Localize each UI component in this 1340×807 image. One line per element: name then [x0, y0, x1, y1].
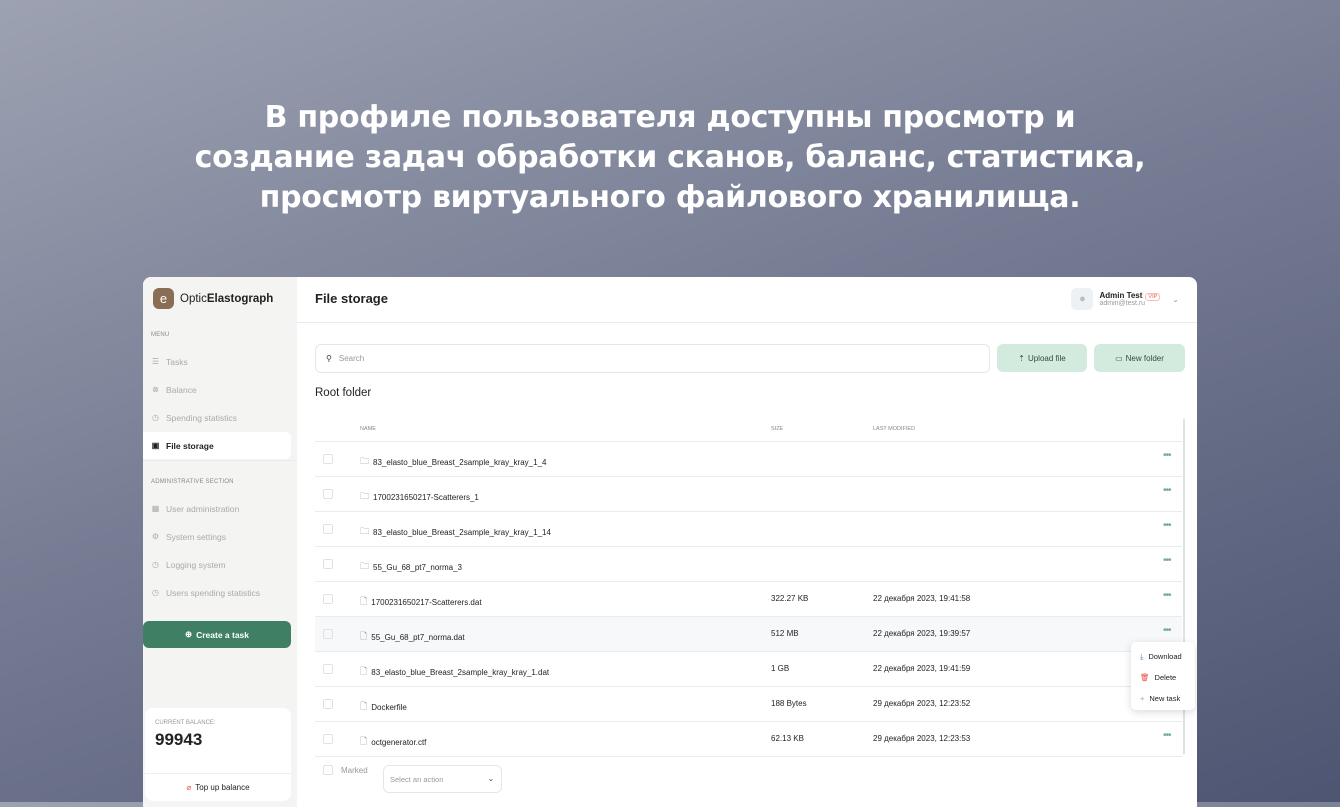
- file-icon: 🗋: [360, 631, 368, 641]
- table-row[interactable]: 🗀 83_elasto_blue_Breast_2sample_kray_kray…: [315, 512, 1182, 547]
- context-menu: ⤓ Download 🗑 Delete + New task: [1131, 642, 1195, 710]
- logo[interactable]: e OpticElastograph: [153, 288, 273, 309]
- sidebar-item-balance[interactable]: ⊗ Balance: [143, 376, 291, 403]
- sidebar-item-users-spending-statistics[interactable]: ◷ Users spending statistics: [143, 579, 291, 606]
- menu-item-download[interactable]: ⤓ Download: [1140, 652, 1182, 662]
- row-checkbox[interactable]: [323, 559, 333, 569]
- folder-title: Root folder: [315, 387, 372, 399]
- vip-badge: VIP: [1145, 293, 1161, 301]
- file-icon: 🗋: [360, 736, 368, 746]
- download-icon: ⤓: [1140, 652, 1144, 661]
- table-row[interactable]: 🗀 55_Gu_68_pt7_norma_3 •••: [315, 547, 1182, 582]
- users-spending-statistics-icon: ◷: [152, 588, 159, 597]
- page-title: File storage: [315, 291, 388, 306]
- more-actions-icon[interactable]: •••: [1163, 520, 1171, 531]
- header: File storage ● Admin Test VIP admin@test.…: [297, 277, 1197, 323]
- plus-circle-icon: ⊕: [184, 629, 193, 639]
- file-storage-icon: ▣: [151, 441, 160, 450]
- row-checkbox[interactable]: [323, 489, 333, 499]
- coins-icon: ⌀: [186, 783, 192, 792]
- sidebar-item-tasks[interactable]: ☰ Tasks: [143, 348, 291, 375]
- table-row[interactable]: 🗋 83_elasto_blue_Breast_2sample_kray_kray…: [315, 652, 1182, 687]
- sidebar: e OpticElastograph MENU ☰ Tasks ⊗ Balance ◷ S…: [143, 277, 297, 807]
- search-input[interactable]: ⚲ Search: [315, 344, 990, 373]
- row-checkbox[interactable]: [323, 629, 333, 639]
- user-administration-icon: ▦: [151, 504, 160, 513]
- file-icon: 🗋: [360, 596, 368, 606]
- more-actions-icon[interactable]: •••: [1163, 555, 1171, 566]
- action-select[interactable]: Select an action ⌄: [383, 765, 502, 793]
- new-folder-button[interactable]: ▭ New folder: [1094, 344, 1185, 372]
- table-row[interactable]: 🗀 83_elasto_blue_Breast_2sample_kray_kray…: [315, 442, 1182, 477]
- more-actions-icon[interactable]: •••: [1163, 590, 1171, 601]
- table-row[interactable]: 🗋 Dockerfile 188 Bytes 29 декабря 2023, 1…: [315, 687, 1182, 722]
- file-icon: 🗋: [360, 666, 368, 676]
- menu-item-new-task[interactable]: + New task: [1140, 694, 1180, 703]
- create-task-button[interactable]: ⊕ Create a task: [143, 621, 291, 648]
- user-menu[interactable]: ● Admin Test VIP admin@test.ru ⌄: [1071, 288, 1179, 310]
- row-checkbox[interactable]: [323, 734, 333, 744]
- folder-icon: 🗀: [360, 456, 370, 466]
- logo-icon: e: [153, 288, 174, 309]
- upload-icon: ⇡: [1018, 353, 1025, 363]
- folder-icon: 🗀: [360, 526, 370, 536]
- chevron-down-icon: ⌄: [487, 774, 494, 783]
- more-actions-icon[interactable]: •••: [1163, 485, 1171, 496]
- app-window: e OpticElastograph MENU ☰ Tasks ⊗ Balance ◷ S…: [143, 277, 1197, 807]
- balance-icon: ⊗: [152, 385, 159, 394]
- more-actions-icon[interactable]: •••: [1163, 450, 1171, 461]
- spending-statistics-icon: ◷: [152, 413, 159, 422]
- admin-section-label: ADMINISTRATIVE SECTION: [151, 479, 234, 485]
- folder-icon: ▭: [1115, 353, 1123, 363]
- sidebar-item-logging-system[interactable]: ◷ Logging system: [143, 551, 291, 578]
- sidebar-item-system-settings[interactable]: ⚙ System settings: [143, 523, 291, 550]
- more-actions-icon[interactable]: •••: [1163, 625, 1171, 636]
- trash-icon: 🗑: [1140, 673, 1150, 682]
- sidebar-item-user-administration[interactable]: ▦ User administration: [143, 495, 291, 522]
- sidebar-item-spending-statistics[interactable]: ◷ Spending statistics: [143, 404, 291, 431]
- system-settings-icon: ⚙: [151, 532, 160, 541]
- folder-icon: 🗀: [360, 491, 370, 501]
- main-content: File storage ● Admin Test VIP admin@test.…: [297, 277, 1197, 807]
- table-row[interactable]: 🗋 1700231650217-Scatterers.dat 322.27 KB …: [315, 582, 1182, 617]
- upload-file-button[interactable]: ⇡ Upload file: [997, 344, 1087, 372]
- file-icon: 🗋: [360, 701, 368, 711]
- logging-system-icon: ◷: [152, 560, 159, 569]
- row-checkbox[interactable]: [323, 454, 333, 464]
- table-row[interactable]: 🗀 1700231650217-Scatterers_1 •••: [315, 477, 1182, 512]
- balance-value: 99943: [155, 730, 203, 749]
- more-actions-icon[interactable]: •••: [1163, 730, 1171, 741]
- table-row[interactable]: 🗋 octgenerator.ctf 62.13 KB 29 декабря 20…: [315, 722, 1182, 757]
- top-up-balance-button[interactable]: ⌀ Top up balance: [145, 773, 291, 801]
- row-checkbox[interactable]: [323, 664, 333, 674]
- search-icon: ⚲: [326, 354, 332, 363]
- row-checkbox[interactable]: [323, 699, 333, 709]
- plus-icon: +: [1140, 694, 1145, 703]
- avatar: ●: [1071, 288, 1094, 310]
- row-checkbox[interactable]: [323, 594, 333, 604]
- sidebar-item-file-storage[interactable]: ▣ File storage: [143, 432, 291, 459]
- tasks-icon: ☰: [151, 357, 160, 366]
- menu-item-delete[interactable]: 🗑 Delete: [1140, 673, 1176, 682]
- headline: В профиле пользователя доступны просмотр…: [194, 100, 1146, 215]
- marked-checkbox[interactable]: Marked: [323, 765, 368, 775]
- balance-card: CURRENT BALANCE: 99943 ⌀ Top up balance: [145, 708, 291, 801]
- chevron-down-icon: ⌄: [1172, 294, 1179, 304]
- table-row[interactable]: 🗋 55_Gu_68_pt7_norma.dat 512 MB 22 декабр…: [315, 617, 1182, 652]
- folder-icon: 🗀: [360, 561, 370, 571]
- table-header: NAME SIZE LAST MODIFIED: [315, 423, 1182, 442]
- menu-section-label: MENU: [151, 332, 170, 338]
- row-checkbox[interactable]: [323, 524, 333, 534]
